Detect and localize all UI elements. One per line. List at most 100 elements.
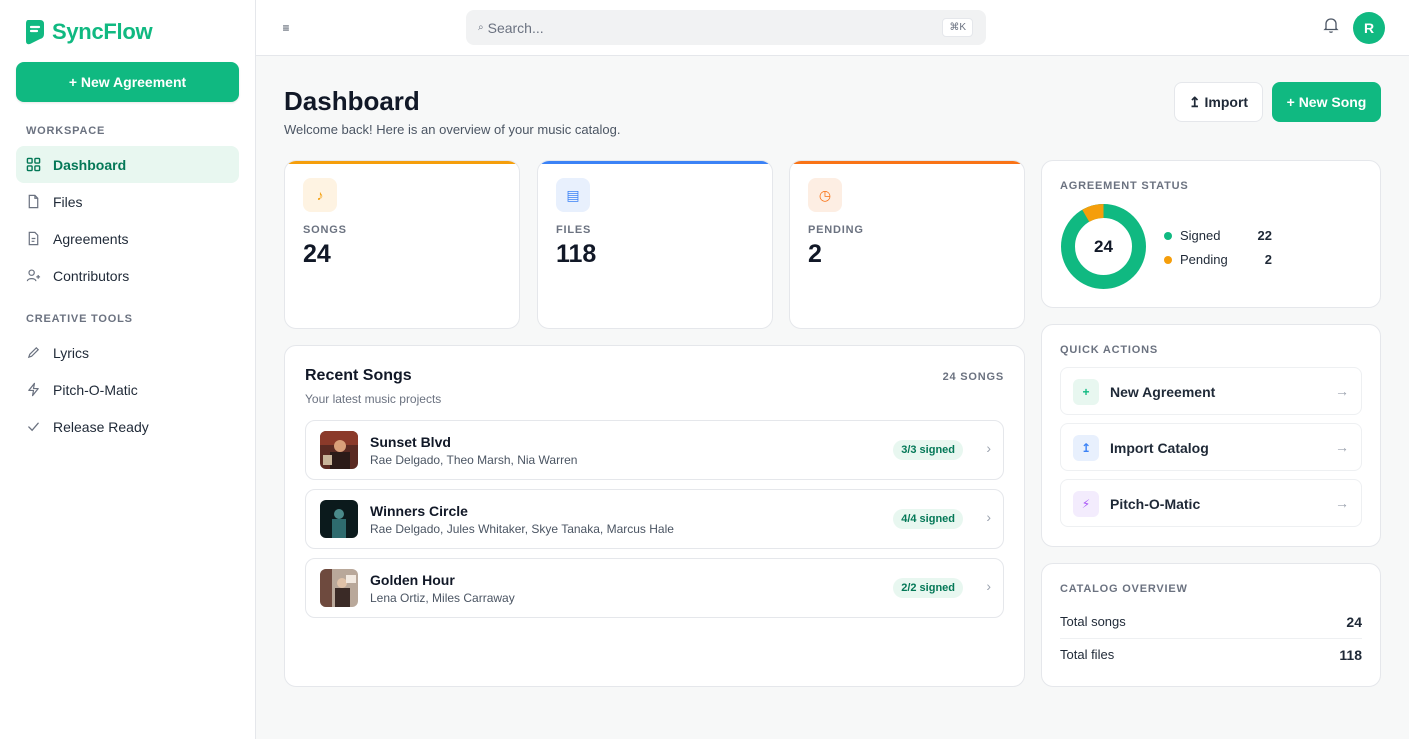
clock-icon: ◷ [808, 178, 842, 212]
sidebar-item-label: Pitch-O-Matic [53, 381, 138, 398]
signed-status-badge: 3/3 signed [893, 440, 963, 460]
arrow-right-icon: → [1335, 495, 1349, 511]
quick-action-pitch-o-matic[interactable]: ⚡ Pitch-O-Matic → [1060, 479, 1362, 527]
document-icon [28, 231, 39, 246]
sidebar-item-pitch-o-matic[interactable]: Pitch-O-Matic [16, 371, 239, 408]
stat-value: 24 [303, 240, 331, 268]
sidebar-item-files[interactable]: Files [16, 183, 239, 220]
quick-actions-label: QUICK ACTIONS [1060, 344, 1158, 356]
catalog-overview-card: CATALOG OVERVIEW Total songs 24 Total fi… [1041, 563, 1381, 687]
bolt-icon [28, 382, 39, 397]
user-avatar[interactable]: R [1353, 12, 1385, 44]
total-files-label: Total files [1060, 647, 1115, 662]
recent-songs-title: Recent Songs [305, 367, 412, 384]
stat-card-pending[interactable]: ◷ PENDING 2 [789, 160, 1025, 329]
stat-card-songs[interactable]: ♪ SONGS 24 [284, 160, 520, 329]
new-song-button[interactable]: + New Song [1272, 82, 1381, 122]
agreement-status-label: AGREEMENT STATUS [1060, 180, 1189, 192]
song-artists: Lena Ortiz, Miles Carraway [370, 591, 515, 605]
recent-songs-card: Recent Songs Your latest music projects … [284, 345, 1025, 687]
sidebar-item-contributors[interactable]: Contributors [16, 257, 239, 294]
bolt-icon: ⚡ [1073, 491, 1099, 517]
music-note-icon: ♪ [303, 178, 337, 212]
app-name: SyncFlow [52, 19, 153, 44]
topbar: ≡ ⌕ ⌘K R [256, 0, 1409, 56]
song-row[interactable]: Golden Hour Lena Ortiz, Miles Carraway 2… [305, 558, 1004, 618]
stat-label: PENDING [808, 224, 864, 236]
quick-action-import-catalog[interactable]: ↥ Import Catalog → [1060, 423, 1362, 471]
agreement-status-card: AGREEMENT STATUS 24 Signed 22 Pending 2 [1041, 160, 1381, 308]
quick-actions-card: QUICK ACTIONS + New Agreement → ↥ Import… [1041, 324, 1381, 547]
file-stack-icon: ▤ [556, 178, 590, 212]
total-files-row: Total files 118 [1060, 638, 1362, 671]
song-cover-image [320, 569, 358, 607]
arrow-right-icon: → [1335, 439, 1349, 455]
song-row[interactable]: Sunset Blvd Rae Delgado, Theo Marsh, Nia… [305, 420, 1004, 480]
chevron-right-icon: › [986, 440, 991, 456]
legend-value: 2 [1264, 252, 1272, 267]
donut-total: 24 [1094, 236, 1113, 256]
arrow-right-icon: → [1335, 383, 1349, 399]
stat-value: 118 [556, 240, 597, 268]
stat-card-files[interactable]: ▤ FILES 118 [537, 160, 773, 329]
file-icon [28, 194, 39, 209]
chevron-right-icon: › [986, 578, 991, 594]
legend-pending: Pending 2 [1164, 252, 1272, 267]
signed-status-badge: 2/2 signed [893, 578, 963, 598]
stat-card-accent-bar [285, 161, 519, 164]
page-subtitle: Welcome back! Here is an overview of you… [284, 122, 621, 137]
stat-label: FILES [556, 224, 592, 236]
app-logo[interactable]: SyncFlow [22, 18, 153, 46]
quick-action-label: Pitch-O-Matic [1110, 496, 1201, 512]
plus-icon: + [1073, 379, 1099, 405]
quick-action-new-agreement[interactable]: + New Agreement → [1060, 367, 1362, 415]
users-icon [26, 269, 41, 282]
sidebar-item-lyrics[interactable]: Lyrics [16, 334, 239, 371]
new-agreement-button[interactable]: + New Agreement [16, 62, 239, 102]
sidebar-item-dashboard[interactable]: Dashboard [16, 146, 239, 183]
stat-value: 2 [808, 240, 822, 268]
stat-label: SONGS [303, 224, 347, 236]
sidebar-item-release-ready[interactable]: Release Ready [16, 408, 239, 445]
signed-dot [1164, 231, 1172, 240]
import-button[interactable]: ↥ Import [1174, 82, 1263, 122]
legend-label: Pending [1180, 252, 1228, 267]
sidebar-item-label: Lyrics [53, 344, 90, 361]
total-files-value: 118 [1339, 646, 1362, 663]
sidebar-item-agreements[interactable]: Agreements [16, 220, 239, 257]
grid-icon [26, 157, 41, 172]
song-title: Sunset Blvd [370, 434, 451, 450]
quick-action-label: Import Catalog [1110, 440, 1209, 456]
menu-icon[interactable]: ≡ [280, 20, 292, 36]
sidebar-item-label: Files [53, 193, 83, 210]
pending-dot [1164, 255, 1172, 264]
page-title: Dashboard [284, 86, 420, 116]
check-icon [28, 422, 39, 432]
sidebar-item-label: Agreements [53, 230, 129, 247]
song-artists: Rae Delgado, Jules Whitaker, Skye Tanaka… [370, 522, 674, 536]
upload-icon: ↥ [1073, 435, 1099, 461]
sidebar-item-label: Contributors [53, 267, 130, 284]
recent-songs-subtitle: Your latest music projects [305, 392, 442, 406]
creative-tools-section-label: CREATIVE TOOLS [26, 313, 133, 325]
sidebar: SyncFlow + New Agreement WORKSPACE Dashb… [0, 0, 256, 739]
pen-icon [27, 346, 40, 359]
search-icon: ⌕ [478, 22, 484, 33]
sidebar-item-label: Dashboard [53, 156, 127, 173]
legend-value: 22 [1257, 228, 1272, 243]
search-input[interactable] [487, 19, 918, 36]
bell-icon[interactable] [1322, 16, 1340, 34]
total-songs-label: Total songs [1060, 614, 1126, 629]
syncflow-logo-icon [26, 20, 44, 45]
total-songs-row: Total songs 24 [1060, 605, 1362, 638]
stat-card-accent-bar [790, 161, 1024, 164]
song-title: Golden Hour [370, 572, 455, 588]
song-row[interactable]: Winners Circle Rae Delgado, Jules Whitak… [305, 489, 1004, 549]
song-title: Winners Circle [370, 503, 468, 519]
recent-songs-count: 24 SONGS [942, 371, 1004, 383]
song-cover-image [320, 431, 358, 469]
search-shortcut-badge: ⌘K [942, 18, 973, 37]
total-songs-value: 24 [1346, 613, 1362, 630]
search-box[interactable]: ⌕ ⌘K [466, 10, 986, 45]
catalog-overview-label: CATALOG OVERVIEW [1060, 583, 1188, 595]
